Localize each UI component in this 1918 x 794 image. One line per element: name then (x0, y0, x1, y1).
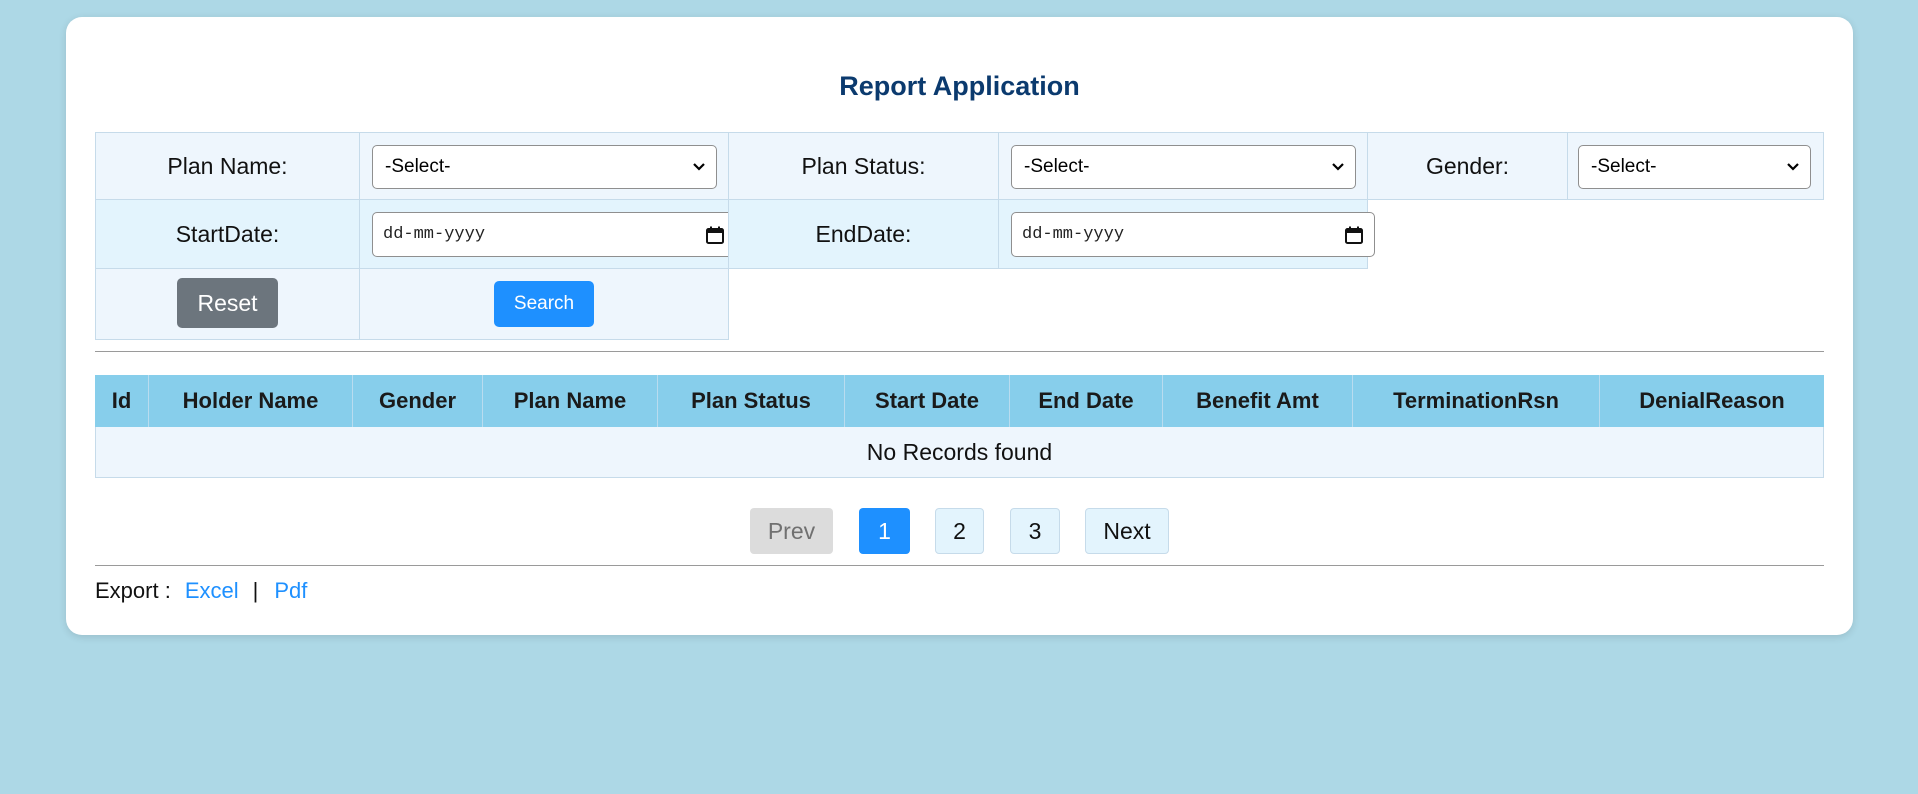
divider (95, 351, 1824, 352)
reset-button[interactable]: Reset (177, 278, 278, 328)
table-header-start-date: Start Date (845, 375, 1010, 427)
table-header-end-date: End Date (1010, 375, 1163, 427)
table-header-plan-name: Plan Name (483, 375, 658, 427)
export-separator: | (252, 578, 259, 603)
end-date-placeholder: dd-mm-yyyy (1022, 225, 1125, 244)
page-button-1[interactable]: 1 (859, 508, 910, 554)
gender-select-value: -Select- (1591, 156, 1657, 177)
plan-status-label-cell: Plan Status: (728, 132, 999, 200)
plan-name-select-value: -Select- (385, 156, 451, 177)
export-excel-link[interactable]: Excel (185, 578, 239, 604)
page-title: Report Application (839, 71, 1080, 101)
table-header-id: Id (95, 375, 149, 427)
plan-status-select[interactable]: -Select- (1011, 145, 1356, 189)
start-date-placeholder: dd-mm-yyyy (383, 225, 486, 244)
next-page-button[interactable]: Next (1085, 508, 1169, 554)
start-date-input[interactable]: dd-mm-yyyy (372, 212, 736, 257)
export-bar: Export : Excel | Pdf (95, 578, 307, 604)
chevron-down-icon (1332, 163, 1344, 171)
page-button-3[interactable]: 3 (1010, 508, 1060, 554)
export-label: Export : (95, 578, 171, 603)
end-date-input[interactable]: dd-mm-yyyy (1011, 212, 1375, 257)
end-date-label-cell: EndDate: (728, 199, 999, 269)
plan-name-label: Plan Name: (167, 152, 288, 179)
calendar-icon[interactable] (1344, 225, 1364, 245)
chevron-down-icon (693, 163, 705, 171)
search-button[interactable]: Search (494, 281, 594, 327)
table-header-denial-reason: DenialReason (1600, 375, 1824, 427)
plan-name-select[interactable]: -Select- (372, 145, 717, 189)
table-header-termination-rsn: TerminationRsn (1353, 375, 1600, 427)
gender-label-cell: Gender: (1367, 132, 1568, 200)
prev-page-button[interactable]: Prev (750, 508, 833, 554)
gender-label: Gender: (1425, 152, 1510, 179)
gender-select[interactable]: -Select- (1578, 145, 1811, 189)
table-empty-row: No Records found (95, 427, 1824, 478)
footer-divider (95, 565, 1824, 566)
export-pdf-link[interactable]: Pdf (274, 578, 307, 604)
table-header-plan-status: Plan Status (658, 375, 845, 427)
start-date-label-cell: StartDate: (95, 199, 360, 269)
end-date-label: EndDate: (815, 220, 912, 247)
page-button-2[interactable]: 2 (935, 508, 984, 554)
chevron-down-icon (1787, 163, 1799, 171)
plan-status-select-value: -Select- (1024, 156, 1090, 177)
plan-name-label-cell: Plan Name: (95, 132, 360, 200)
calendar-icon[interactable] (705, 225, 725, 245)
plan-status-label: Plan Status: (801, 152, 926, 179)
table-header-gender: Gender (353, 375, 483, 427)
table-header-holder-name: Holder Name (149, 375, 353, 427)
table-header-benefit-amt: Benefit Amt (1163, 375, 1353, 427)
start-date-label: StartDate: (175, 220, 280, 247)
